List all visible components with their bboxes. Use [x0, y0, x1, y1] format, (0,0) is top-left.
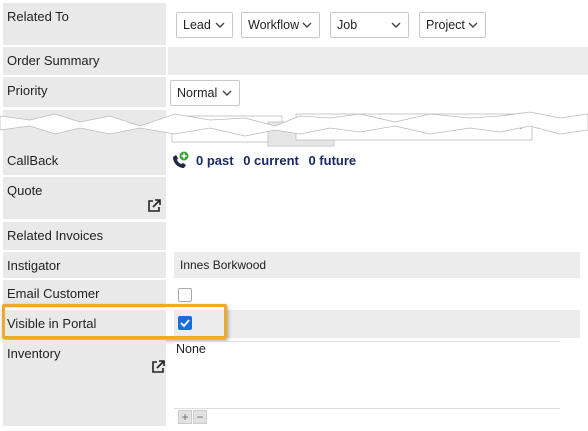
instigator-label: Instigator	[3, 252, 166, 278]
chevron-down-icon	[467, 19, 479, 31]
chevron-down-icon	[390, 19, 402, 31]
chevron-down-icon	[221, 87, 233, 99]
workflow-select[interactable]: Workflow	[241, 12, 320, 38]
chevron-down-icon	[301, 19, 313, 31]
chevron-down-icon	[214, 19, 226, 31]
visible-in-portal-value	[174, 310, 580, 338]
visible-in-portal-highlight	[2, 304, 227, 339]
callback-past-link[interactable]: 0 past	[196, 153, 234, 168]
job-select[interactable]: Job	[330, 12, 409, 38]
inventory-remove-button[interactable]: −	[193, 410, 207, 424]
instigator-name: Innes Borkwood	[180, 258, 267, 272]
priority-value: Normal	[168, 77, 588, 107]
related-invoices-label: Related Invoices	[3, 222, 166, 250]
callback-future-link[interactable]: 0 future	[308, 153, 356, 168]
project-select[interactable]: Project	[419, 12, 486, 38]
priority-select[interactable]: Normal	[170, 80, 240, 106]
job-select-label: Job	[337, 18, 358, 32]
phone-icon[interactable]	[170, 151, 190, 171]
quote-value	[168, 177, 588, 219]
quote-label: Quote	[3, 177, 166, 219]
priority-select-label: Normal	[177, 86, 218, 100]
lead-select[interactable]: Lead	[176, 12, 233, 38]
priority-label: Priority	[3, 77, 166, 107]
external-link-icon[interactable]	[151, 360, 165, 374]
instigator-value: Innes Borkwood	[174, 252, 580, 278]
workflow-select-label: Workflow	[248, 18, 300, 32]
callback-counts: 0 past 0 current 0 future	[196, 153, 362, 168]
external-link-icon[interactable]	[147, 199, 161, 213]
inventory-value: None	[176, 342, 206, 356]
email-customer-checkbox[interactable]	[178, 288, 192, 302]
related-to-value: Lead Workflow Job Project	[168, 3, 588, 45]
inventory-add-button[interactable]: +	[178, 410, 192, 424]
lead-select-label: Lead	[183, 18, 211, 32]
project-select-label: Project	[426, 18, 465, 32]
callback-current-link[interactable]: 0 current	[243, 153, 299, 168]
order-summary-value	[168, 47, 588, 75]
order-summary-label: Order Summary	[3, 47, 166, 75]
callback-label: CallBack	[3, 147, 166, 175]
inventory-list[interactable]	[174, 341, 560, 409]
related-to-label: Related To	[3, 3, 166, 45]
email-customer-value	[168, 280, 588, 308]
related-invoices-value	[168, 222, 588, 250]
inventory-label: Inventory	[3, 340, 166, 426]
